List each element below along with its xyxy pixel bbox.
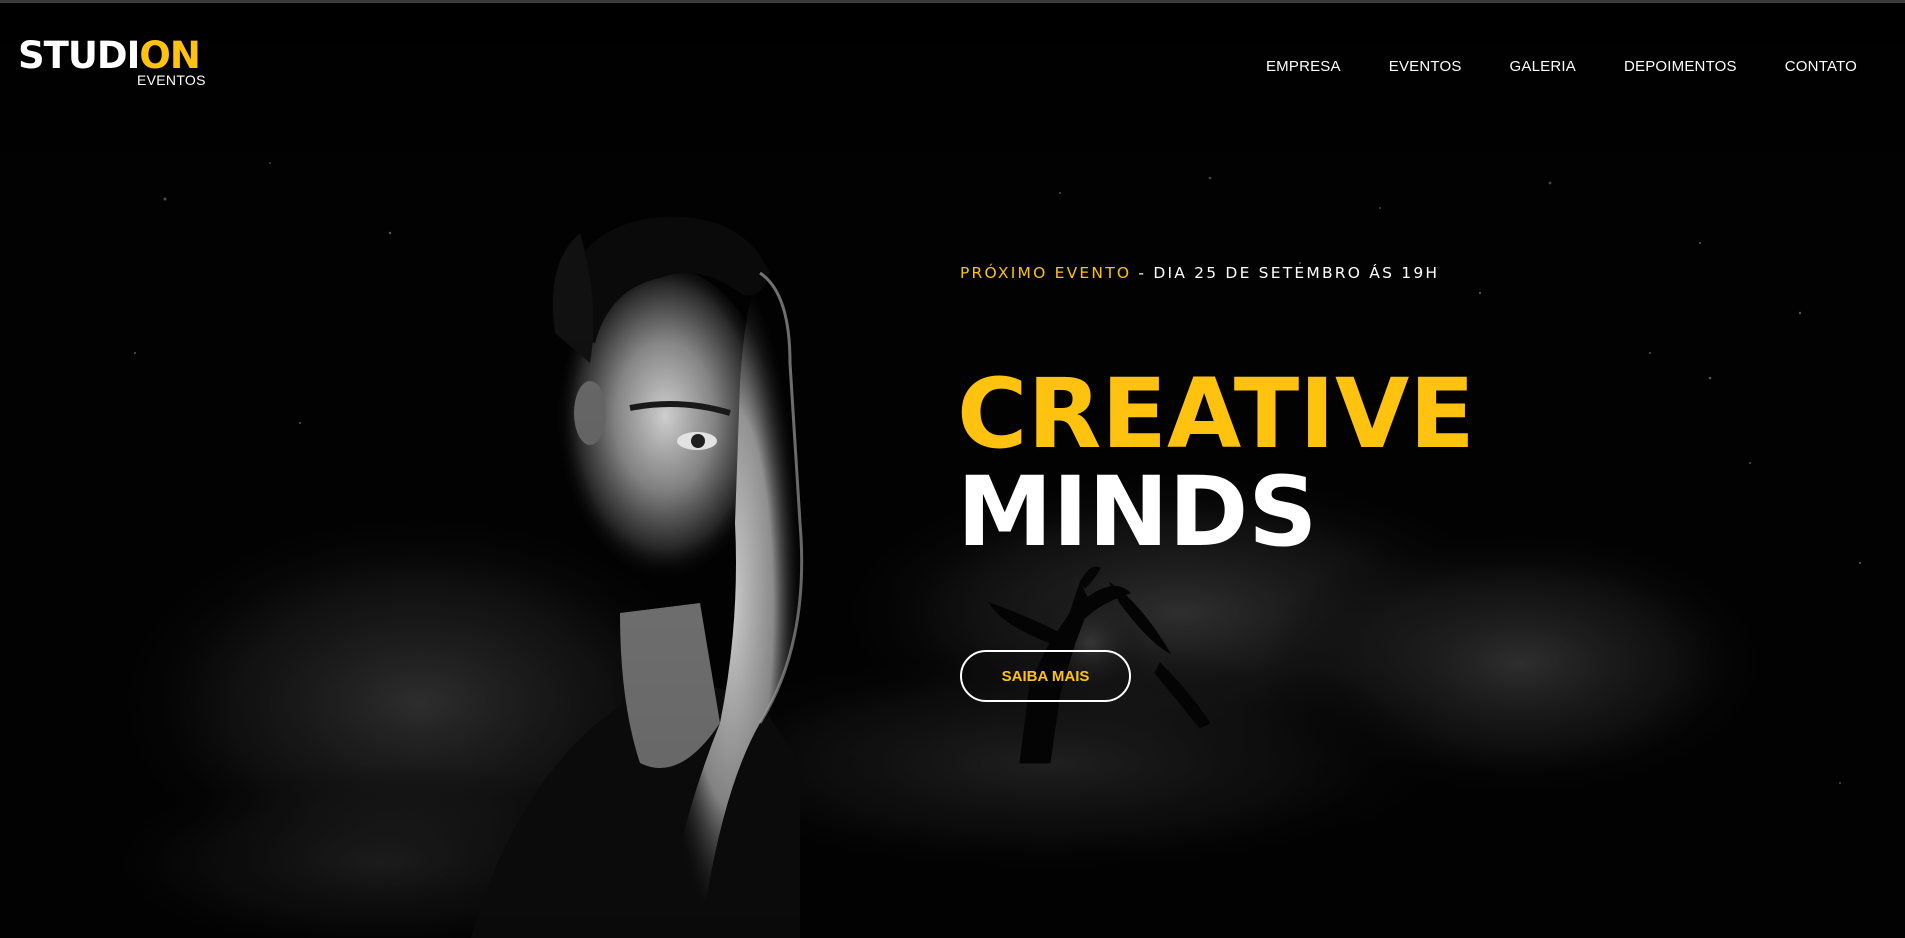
page: STUDION EVENTOS EMPRESA EVENTOS GALERIA … <box>0 0 1905 938</box>
logo[interactable]: STUDION EVENTOS <box>18 36 218 96</box>
nav-item-depoimentos[interactable]: DEPOIMENTOS <box>1624 58 1737 76</box>
hero-title: CREATIVE MINDS <box>957 365 1475 561</box>
main-nav: EMPRESA EVENTOS GALERIA DEPOIMENTOS CONT… <box>1218 58 1857 76</box>
next-event-date: DIA 25 DE SETEMBRO ÁS 19H <box>1153 264 1440 282</box>
next-event-separator: - <box>1131 264 1154 282</box>
next-event-line: PRÓXIMO EVENTO - DIA 25 DE SETEMBRO ÁS 1… <box>960 264 1439 282</box>
nav-item-contato[interactable]: CONTATO <box>1785 58 1857 76</box>
logo-text-on: ON <box>139 34 200 77</box>
hero-background-image <box>0 3 1905 938</box>
hero-title-line-1: CREATIVE <box>957 358 1475 470</box>
nav-item-empresa[interactable]: EMPRESA <box>1266 58 1341 76</box>
next-event-label: PRÓXIMO EVENTO <box>960 264 1132 282</box>
logo-text-studi: STUDI <box>18 34 140 77</box>
nav-item-galeria[interactable]: GALERIA <box>1510 58 1576 76</box>
hero-title-line-2: MINDS <box>957 456 1318 568</box>
logo-wordmark: STUDION <box>18 34 201 77</box>
site-header: STUDION EVENTOS EMPRESA EVENTOS GALERIA … <box>0 6 1905 106</box>
logo-subtitle: EVENTOS <box>137 72 206 88</box>
saiba-mais-button[interactable]: SAIBA MAIS <box>960 650 1131 702</box>
nav-item-eventos[interactable]: EVENTOS <box>1389 58 1462 76</box>
